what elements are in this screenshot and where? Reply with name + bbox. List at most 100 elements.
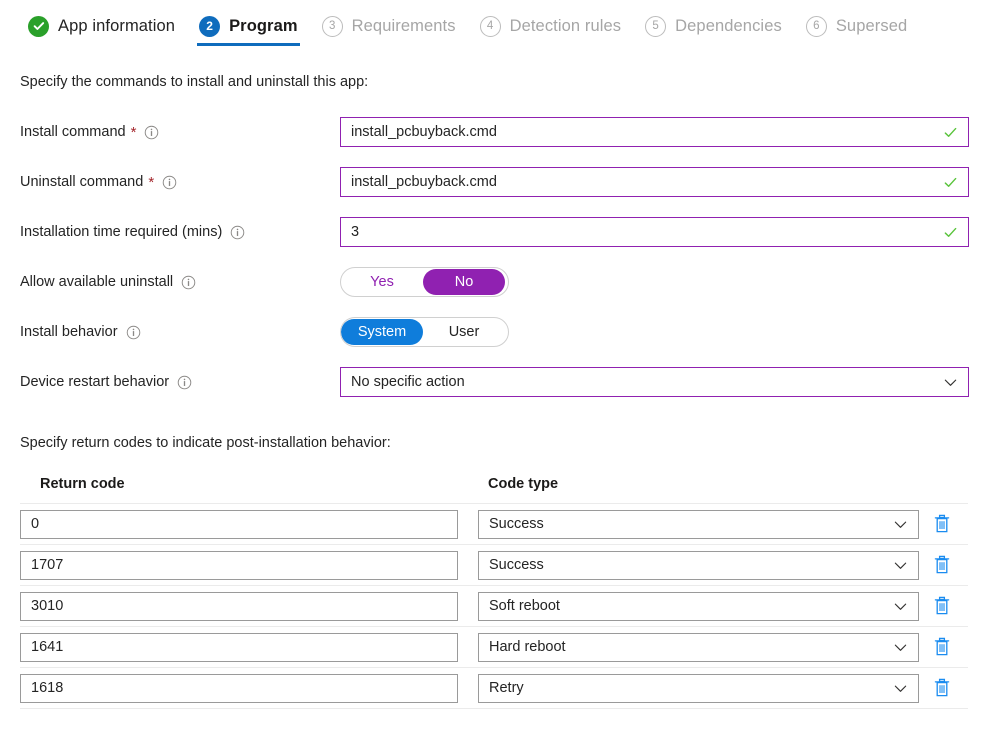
program-form: Install command * install_pcbuyback.cmd [0, 107, 1000, 407]
selected-value: Soft reboot [489, 598, 560, 614]
return-code-input[interactable]: 1618 [20, 673, 458, 703]
valid-check-icon [943, 175, 958, 190]
tab-label: Supersed [835, 16, 908, 35]
info-icon[interactable] [230, 225, 245, 240]
program-intro-text: Specify the commands to install and unin… [20, 74, 369, 90]
chevron-down-icon [893, 640, 908, 655]
info-icon[interactable] [126, 325, 141, 340]
chevron-down-icon [893, 517, 908, 532]
field-row-allow-available-uninstall: Allow available uninstall Yes No [0, 257, 1000, 307]
field-label-allow-available-uninstall: Allow available uninstall [20, 274, 340, 290]
valid-check-icon [943, 225, 958, 240]
tab-supersedence[interactable]: 6 Supersed [794, 6, 919, 46]
table-header-row: Return code Code type [20, 476, 1000, 503]
toggle-option-no[interactable]: No [423, 269, 505, 295]
step-number-badge: 3 [321, 15, 343, 37]
field-control: 3 [340, 217, 1000, 247]
field-control: Yes No [340, 267, 1000, 297]
info-icon[interactable] [162, 175, 177, 190]
label-text: Device restart behavior [20, 374, 170, 390]
field-label-install-command: Install command * [20, 124, 340, 140]
install-time-input[interactable]: 3 [340, 217, 969, 247]
valid-check-icon [943, 125, 958, 140]
device-restart-behavior-select[interactable]: No specific action [340, 367, 969, 397]
tab-label: Program [229, 16, 298, 35]
allow-available-uninstall-toggle[interactable]: Yes No [340, 267, 509, 297]
label-text: Installation time required (mins) [20, 224, 223, 240]
field-row-install-time: Installation time required (mins) 3 [0, 207, 1000, 257]
code-type-select[interactable]: Success [478, 509, 919, 539]
chevron-down-icon [943, 375, 958, 390]
info-icon[interactable] [181, 275, 196, 290]
input-value: 3 [351, 224, 360, 240]
delete-row-icon[interactable] [932, 595, 952, 617]
return-codes-intro-text: Specify return codes to indicate post-in… [20, 435, 391, 451]
input-value: install_pcbuyback.cmd [351, 174, 497, 190]
return-code-input[interactable]: 0 [20, 509, 458, 539]
tab-requirements[interactable]: 3 Requirements [310, 6, 468, 46]
delete-row-icon[interactable] [932, 636, 952, 658]
install-behavior-toggle[interactable]: System User [340, 317, 509, 347]
field-control: System User [340, 317, 1000, 347]
tab-program[interactable]: 2 Program [187, 6, 310, 46]
table-row: 1641 Hard reboot [20, 627, 968, 667]
step-number-badge: 6 [805, 15, 827, 37]
table-row: 1618 Retry [20, 668, 968, 708]
delete-row-icon[interactable] [932, 677, 952, 699]
column-header-code-type: Code type [488, 476, 559, 492]
info-icon[interactable] [144, 125, 159, 140]
return-code-input[interactable]: 1641 [20, 632, 458, 662]
tab-app-information[interactable]: App information [16, 6, 187, 46]
chevron-down-icon [893, 558, 908, 573]
label-text: Install behavior [20, 324, 118, 340]
check-icon [28, 15, 49, 37]
field-label-uninstall-command: Uninstall command * [20, 174, 340, 190]
install-command-input[interactable]: install_pcbuyback.cmd [340, 117, 969, 147]
delete-row-icon[interactable] [932, 513, 952, 535]
chevron-down-icon [893, 681, 908, 696]
required-asterisk: * [148, 173, 155, 191]
return-code-input[interactable]: 1707 [20, 550, 458, 580]
step-number-badge: 5 [645, 15, 667, 37]
column-header-return-code: Return code [40, 476, 125, 492]
field-control: install_pcbuyback.cmd [340, 117, 1000, 147]
code-type-select[interactable]: Soft reboot [478, 591, 919, 621]
chevron-down-icon [893, 599, 908, 614]
field-row-install-command: Install command * install_pcbuyback.cmd [0, 107, 1000, 157]
tab-label: Requirements [351, 16, 456, 35]
label-text: Uninstall command [20, 174, 144, 190]
label-text: Install command [20, 124, 126, 140]
return-code-input[interactable]: 3010 [20, 591, 458, 621]
label-text: Allow available uninstall [20, 274, 174, 290]
active-tab-underline [197, 43, 300, 46]
step-number-badge: 2 [199, 15, 221, 37]
toggle-option-user[interactable]: User [423, 319, 505, 345]
tab-label: Dependencies [675, 16, 782, 35]
uninstall-command-input[interactable]: install_pcbuyback.cmd [340, 167, 969, 197]
field-label-install-behavior: Install behavior [20, 324, 340, 340]
selected-value: Hard reboot [489, 639, 566, 655]
selected-value: No specific action [351, 374, 465, 390]
toggle-option-yes[interactable]: Yes [341, 269, 423, 295]
field-row-uninstall-command: Uninstall command * install_pcbuyback.cm… [0, 157, 1000, 207]
selected-value: Retry [489, 680, 524, 696]
tab-label: App information [58, 16, 176, 35]
info-icon[interactable] [177, 375, 192, 390]
selected-value: Success [489, 557, 544, 573]
delete-row-icon[interactable] [932, 554, 952, 576]
table-row: 0 Success [20, 504, 968, 544]
code-type-select[interactable]: Retry [478, 673, 919, 703]
field-control: No specific action [340, 367, 1000, 397]
field-row-device-restart-behavior: Device restart behavior No specific acti… [0, 357, 1000, 407]
field-control: install_pcbuyback.cmd [340, 167, 1000, 197]
input-value: install_pcbuyback.cmd [351, 124, 497, 140]
code-type-select[interactable]: Hard reboot [478, 632, 919, 662]
table-row: 3010 Soft reboot [20, 586, 968, 626]
tab-detection-rules[interactable]: 4 Detection rules [468, 6, 634, 46]
wizard-tabstrip: App information 2 Program 3 Requirements… [0, 0, 1000, 54]
code-type-select[interactable]: Success [478, 550, 919, 580]
toggle-option-system[interactable]: System [341, 319, 423, 345]
tab-dependencies[interactable]: 5 Dependencies [633, 6, 794, 46]
return-codes-table: Return code Code type 0 Success 1707 Suc… [0, 476, 1000, 709]
field-label-install-time: Installation time required (mins) [20, 224, 340, 240]
